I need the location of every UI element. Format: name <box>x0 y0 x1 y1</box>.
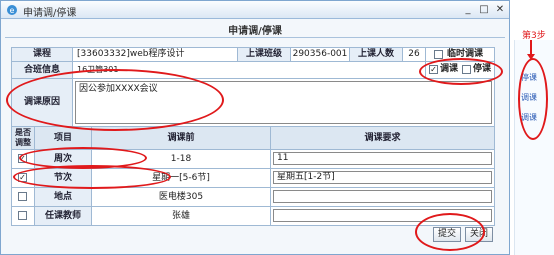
screen: e 申请调/停课 _ □ ✕ 申请调/停课 课程 [33603332]web程序… <box>0 0 554 255</box>
close-icon[interactable]: ✕ <box>493 3 507 16</box>
week-checkbox[interactable]: ✓ <box>18 154 27 163</box>
stop-label: 停课 <box>473 64 492 74</box>
svg-text:e: e <box>10 6 15 15</box>
location-before: 医电楼305 <box>91 187 271 207</box>
students-label: 上课人数 <box>349 47 403 62</box>
period-request-input[interactable]: 星期五[1-2节] <box>273 171 492 184</box>
stop-checkbox[interactable] <box>462 65 471 74</box>
class-value: 290356-001 <box>290 47 350 62</box>
close-button[interactable]: 关闭 <box>465 227 493 242</box>
col-header-request: 调课要求 <box>270 126 495 150</box>
side-link[interactable]: 调课 <box>521 112 537 123</box>
arrow-down-icon <box>527 40 535 60</box>
reason-label: 调课原因 <box>11 78 73 127</box>
minimize-icon[interactable]: _ <box>461 3 475 16</box>
submit-button[interactable]: 提交 <box>433 227 461 242</box>
item-location: 地点 <box>34 187 92 207</box>
temp-adjust-checkbox[interactable] <box>434 50 443 59</box>
course-label: 课程 <box>11 47 73 62</box>
side-link[interactable]: 调课 <box>521 92 537 103</box>
window-title: 申请调/停课 <box>23 8 77 19</box>
col-header-item: 项目 <box>34 126 92 150</box>
week-request-cell: 11 <box>270 149 495 169</box>
adjust-label: 调课 <box>440 64 459 74</box>
location-request-input[interactable] <box>273 190 492 203</box>
course-value: [33603332]web程序设计 <box>72 47 238 62</box>
side-link[interactable]: 停课 <box>521 72 537 83</box>
step-label: 第3步 <box>522 31 546 41</box>
temp-adjust-cell: 临时调课 <box>425 47 495 62</box>
class-label: 上课班级 <box>237 47 291 62</box>
teacher-request-cell <box>270 206 495 226</box>
title-bar[interactable]: e 申请调/停课 _ □ ✕ <box>1 1 509 19</box>
item-teacher: 任课教师 <box>34 206 92 226</box>
maximize-icon[interactable]: □ <box>477 3 491 16</box>
form-heading: 申请调/停课 <box>228 26 282 37</box>
merged-label: 合班信息 <box>11 61 73 79</box>
row-checkbox-cell <box>11 187 35 207</box>
col-header-adjust: 是否调整 <box>11 126 35 150</box>
location-request-cell <box>270 187 495 207</box>
item-week: 周次 <box>34 149 92 169</box>
week-before: 1-18 <box>91 149 271 169</box>
background-page-strip: 停课 调课 调课 <box>514 40 554 255</box>
temp-adjust-label: 临时调课 <box>447 49 484 59</box>
dialog-window: e 申请调/停课 _ □ ✕ 申请调/停课 课程 [33603332]web程序… <box>0 0 510 255</box>
reason-cell: 因公参加XXXX会议 <box>72 78 495 127</box>
week-request-input[interactable]: 11 <box>273 152 492 165</box>
item-period: 节次 <box>34 168 92 188</box>
period-checkbox[interactable]: ✓ <box>18 173 27 182</box>
divider <box>5 37 505 38</box>
ie-icon: e <box>7 5 17 15</box>
location-checkbox[interactable] <box>18 192 27 201</box>
students-value: 26 <box>402 47 426 62</box>
adjust-checkbox[interactable]: ✓ <box>429 65 438 74</box>
row-checkbox-cell: ✓ <box>11 149 35 169</box>
teacher-before: 张雄 <box>91 206 271 226</box>
row-checkbox-cell: ✓ <box>11 168 35 188</box>
teacher-request-input[interactable] <box>273 209 492 222</box>
type-cell: ✓ 调课 停课 <box>425 61 495 79</box>
row-checkbox-cell <box>11 206 35 226</box>
reason-textarea[interactable]: 因公参加XXXX会议 <box>75 81 492 124</box>
merged-value: 16卫管301 <box>72 61 426 79</box>
teacher-checkbox[interactable] <box>18 211 27 220</box>
period-request-cell: 星期五[1-2节] <box>270 168 495 188</box>
period-before: 星期一[5-6节] <box>91 168 271 188</box>
col-header-before: 调课前 <box>91 126 271 150</box>
